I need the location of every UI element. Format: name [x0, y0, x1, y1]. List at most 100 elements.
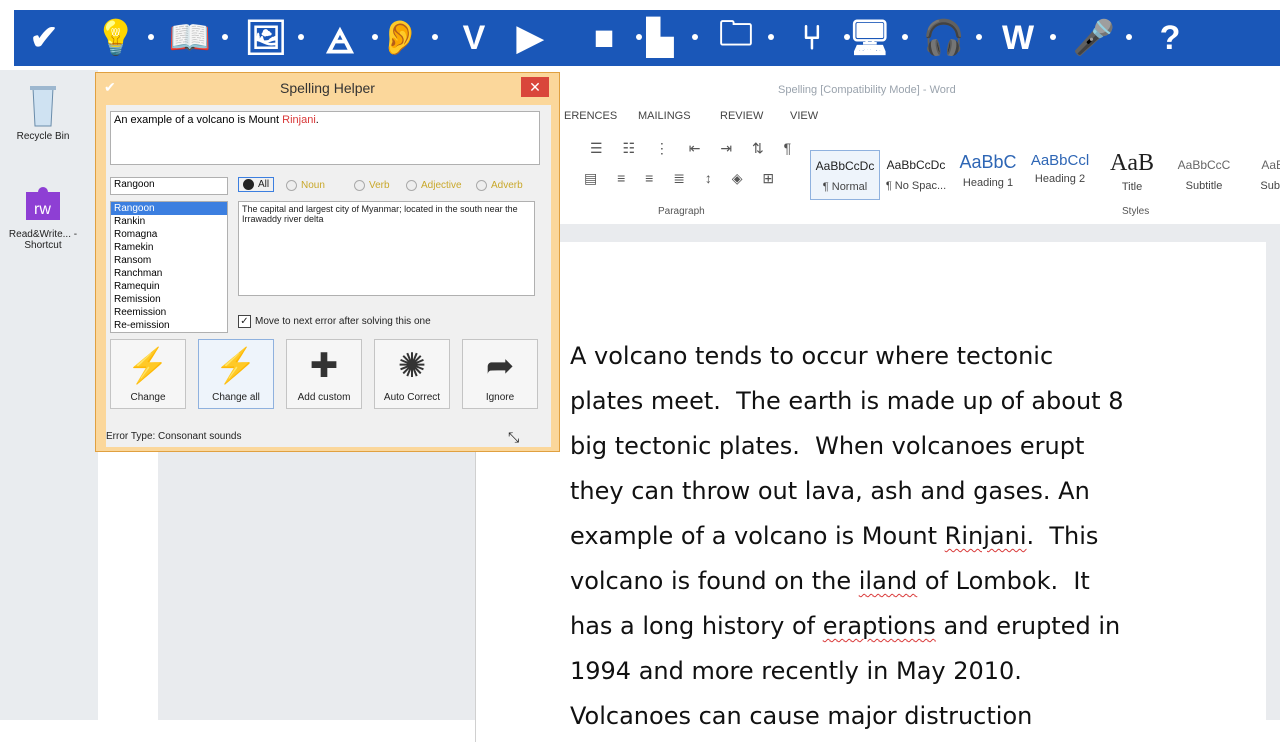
- screen-mask-icon: 🖥: [848, 19, 892, 57]
- web-search-button[interactable]: W: [990, 10, 1046, 66]
- recycle-bin[interactable]: Recycle Bin: [8, 82, 78, 142]
- dropdown-dot-icon[interactable]: [692, 34, 698, 40]
- document-line[interactable]: they can throw out lava, ash and gases. …: [570, 469, 1210, 514]
- readwrite-shortcut-icon: rw: [26, 187, 60, 220]
- document-line[interactable]: example of a volcano is Mount Rinjani. T…: [570, 514, 1210, 559]
- radio-icon: [476, 180, 487, 191]
- style-normal[interactable]: AaBbCcDc ¶ Normal: [810, 150, 880, 200]
- screenshot-reader-button[interactable]: ▙: [632, 10, 688, 66]
- style-sample: AaBbCcC: [1177, 158, 1231, 172]
- close-button[interactable]: ✕: [521, 77, 549, 97]
- predict-button[interactable]: 💡: [88, 10, 144, 66]
- pos-filter-noun[interactable]: Noun: [286, 180, 325, 191]
- suggestion-list[interactable]: Rangoon Rankin Romagna Ramekin Ransom Ranchma…: [110, 201, 228, 333]
- sentence-prefix: An example of a volcano is Mount: [114, 114, 283, 126]
- pos-filter-adverb[interactable]: Adverb: [476, 180, 523, 191]
- style-subtle[interactable]: AaBb Subtle: [1242, 150, 1280, 198]
- dropdown-dot-icon[interactable]: [148, 34, 154, 40]
- suggestion-item[interactable]: Ransom: [111, 254, 227, 267]
- screen-mask-button[interactable]: 🖥: [842, 10, 898, 66]
- audio-maker-button[interactable]: 🎧: [916, 10, 972, 66]
- pos-filter-label: Noun: [301, 180, 325, 191]
- suggestion-item[interactable]: Romagna: [111, 228, 227, 241]
- move-next-option[interactable]: ✓ Move to next error after solving this …: [238, 315, 431, 328]
- tab-mailings[interactable]: MAILINGS: [638, 110, 691, 122]
- paragraph-align-icons[interactable]: ▤ ≡ ≡ ≣ ↕ ◈ ⊞: [584, 170, 804, 194]
- suggestion-item[interactable]: Remission: [111, 293, 227, 306]
- speech-button[interactable]: 👂: [372, 10, 428, 66]
- suggestion-item[interactable]: Ranchman: [111, 267, 227, 280]
- document-line[interactable]: has a long history of eraptions and erup…: [570, 604, 1210, 649]
- change-all-button[interactable]: ⚡ Change all: [198, 339, 274, 409]
- document-line[interactable]: big tectonic plates. When volcanoes erup…: [570, 424, 1210, 469]
- dropdown-dot-icon[interactable]: [298, 34, 304, 40]
- styles-gallery[interactable]: AaBbCcDc ¶ Normal AaBbCcDc ¶ No Spac... AaBb…: [810, 138, 1280, 200]
- mind-map-button[interactable]: ⑂: [784, 10, 840, 66]
- dropdown-dot-icon[interactable]: [1126, 34, 1132, 40]
- dictionary-button[interactable]: 📖: [162, 10, 218, 66]
- sentence-error-word[interactable]: Rinjani: [282, 114, 316, 126]
- misspelled-word[interactable]: eraptions: [823, 612, 936, 640]
- suggestion-item[interactable]: Rankin: [111, 215, 227, 228]
- document-text[interactable]: A volcano tends to occur where tectonic p…: [570, 334, 1210, 739]
- picture-dictionary-button[interactable]: 🖼: [238, 10, 294, 66]
- add-custom-button[interactable]: ✚ Add custom: [286, 339, 362, 409]
- stop-button[interactable]: ■: [576, 10, 632, 66]
- pos-filter-all[interactable]: All: [238, 177, 275, 192]
- misspelled-word[interactable]: iland: [859, 567, 918, 595]
- document-line[interactable]: 1994 and more recently in May 2010.: [570, 649, 1210, 694]
- radio-icon: [406, 180, 417, 191]
- dropdown-dot-icon[interactable]: [902, 34, 908, 40]
- suggestion-item[interactable]: Ramequin: [111, 280, 227, 293]
- document-page[interactable]: A volcano tends to occur where tectonic p…: [475, 242, 1266, 742]
- document-line[interactable]: volcano is found on the iland of Lombok.…: [570, 559, 1210, 604]
- dropdown-dot-icon[interactable]: [976, 34, 982, 40]
- suggestion-item[interactable]: Reemission: [111, 306, 227, 319]
- suggestion-item[interactable]: Re-emission: [111, 319, 227, 332]
- dropdown-dot-icon[interactable]: [222, 34, 228, 40]
- ignore-button[interactable]: ➦ Ignore: [462, 339, 538, 409]
- dropdown-dot-icon[interactable]: [768, 34, 774, 40]
- readwrite-shortcut[interactable]: rw Read&Write... - Shortcut: [8, 180, 78, 251]
- predict-icon: 💡: [94, 19, 138, 57]
- fact-folder-button[interactable]: 🗀: [708, 10, 764, 66]
- style-sample: AaBb: [1261, 158, 1280, 172]
- paragraph-list-icons[interactable]: ☰ ☷ ⋮ ⇤ ⇥ ⇅ ¶: [590, 140, 800, 164]
- style-no-spac[interactable]: AaBbCcDc ¶ No Spac...: [882, 150, 950, 198]
- fact-folder-icon: 🗀: [719, 14, 753, 53]
- help-button[interactable]: ?: [1142, 10, 1198, 66]
- pos-filter-verb[interactable]: Verb: [354, 180, 390, 191]
- dropdown-dot-icon[interactable]: [1050, 34, 1056, 40]
- suggestion-item[interactable]: Rangoon: [111, 202, 227, 215]
- pos-filter-adjective[interactable]: Adjective: [406, 180, 462, 191]
- vocabulary-button[interactable]: V: [446, 10, 502, 66]
- speech-icon: 👂: [378, 19, 422, 57]
- document-line[interactable]: Volcanoes can cause major distruction: [570, 694, 1210, 739]
- dropdown-dot-icon[interactable]: [432, 34, 438, 40]
- voice-note-button[interactable]: 🎤: [1066, 10, 1122, 66]
- resize-grip-icon[interactable]: ⤡: [508, 427, 519, 447]
- style-subtitle[interactable]: AaBbCcC Subtitle: [1170, 150, 1238, 198]
- tab-review[interactable]: REVIEW: [720, 110, 763, 122]
- auto-correct-button[interactable]: ✺ Auto Correct: [374, 339, 450, 409]
- homophones-button[interactable]: 🜁: [312, 10, 368, 66]
- style-heading-2[interactable]: AaBbCcl Heading 2: [1026, 150, 1094, 198]
- pos-filter-label: All: [258, 179, 270, 190]
- suggestion-item[interactable]: Ramekin: [111, 241, 227, 254]
- move-next-checkbox[interactable]: ✓: [238, 315, 251, 328]
- document-line[interactable]: A volcano tends to occur where tectonic: [570, 334, 1210, 379]
- document-line[interactable]: plates meet. The earth is made up of abo…: [570, 379, 1210, 424]
- replacement-word-input[interactable]: Rangoon: [110, 177, 228, 195]
- error-type-status: Error Type: Consonant sounds: [106, 431, 242, 442]
- play-button[interactable]: ▶: [502, 10, 558, 66]
- check-button[interactable]: ✔: [16, 10, 72, 66]
- change-button[interactable]: ⚡ Change: [110, 339, 186, 409]
- misspelled-word[interactable]: Rinjani: [945, 522, 1027, 550]
- radio-icon: [286, 180, 297, 191]
- spelling-helper-dialog: ✔ Spelling Helper ✕ An example of a volc…: [95, 72, 560, 452]
- tab-view[interactable]: VIEW: [790, 110, 818, 122]
- tab-references[interactable]: ERENCES: [564, 110, 617, 122]
- line-text: plates meet. The earth is made up of abo…: [570, 387, 1124, 415]
- style-heading-1[interactable]: AaBbC Heading 1: [954, 150, 1022, 198]
- style-title[interactable]: AaB Title: [1098, 150, 1166, 198]
